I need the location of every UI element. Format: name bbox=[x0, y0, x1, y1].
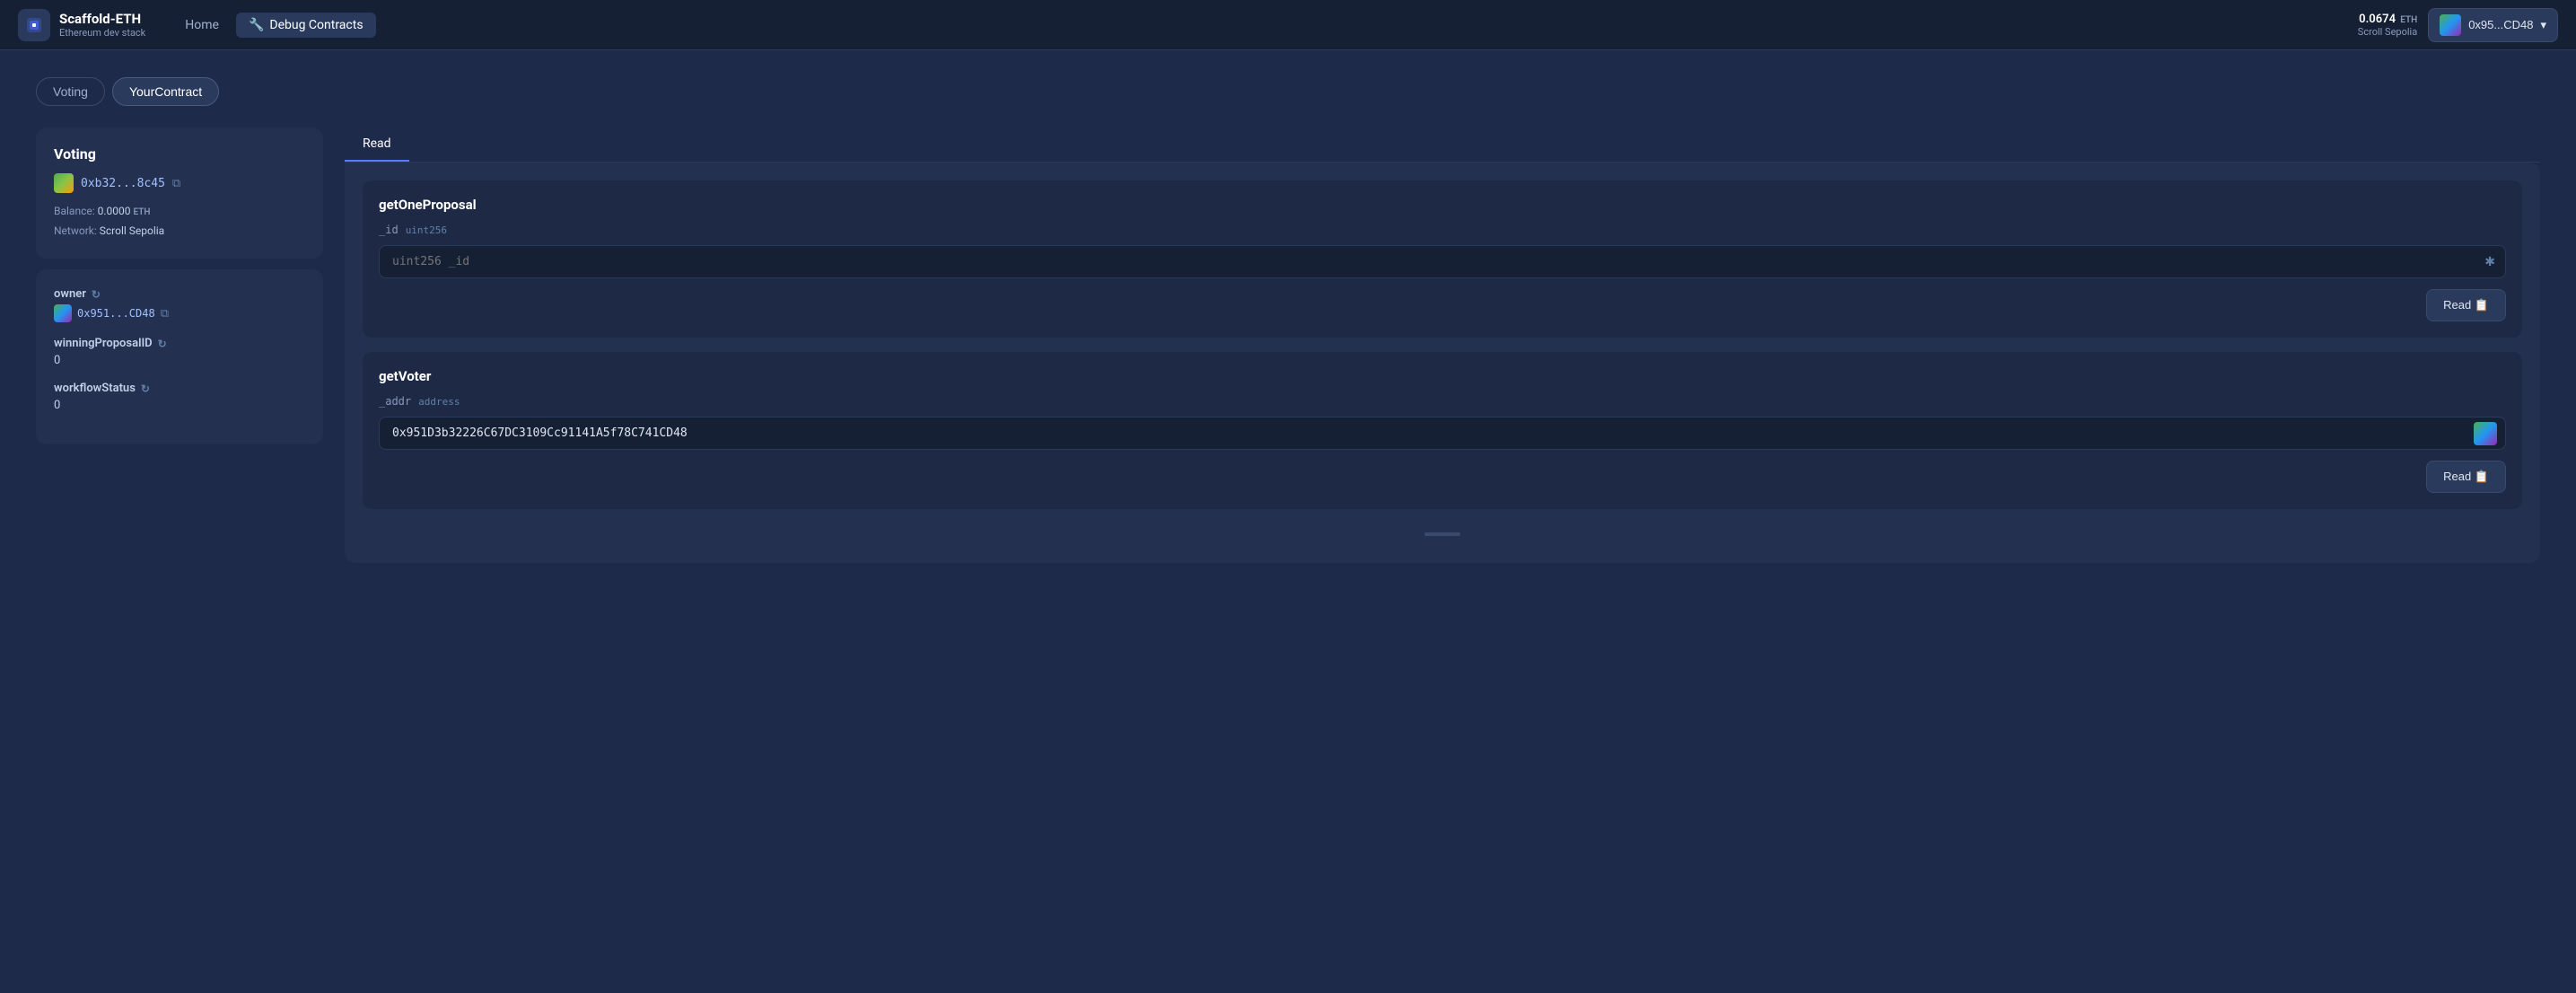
param-input-addr[interactable] bbox=[379, 417, 2506, 450]
tab-read[interactable]: Read bbox=[345, 127, 409, 162]
function-card-getvoter: getVoter _addr address Read 📋 bbox=[363, 352, 2522, 509]
contract-address-row: 0xb32...8c45 ⧉ bbox=[54, 173, 305, 193]
navbar: Scaffold-ETH Ethereum dev stack Home 🔧 D… bbox=[0, 0, 2576, 50]
param-name-id: _id bbox=[379, 224, 399, 236]
param-row-addr: _addr address bbox=[379, 395, 2506, 408]
winning-label: winningProposalID bbox=[54, 337, 153, 350]
state-item-workflow: workflowStatus ↻ 0 bbox=[54, 382, 305, 412]
workflow-value: 0 bbox=[54, 399, 305, 412]
read-button-getvoter[interactable]: Read 📋 bbox=[2426, 461, 2506, 493]
contract-addr-text: 0xb32...8c45 bbox=[81, 177, 165, 190]
wallet-button[interactable]: 0x95...CD48 ▾ bbox=[2428, 8, 2558, 42]
nav-debug-label: Debug Contracts bbox=[269, 18, 363, 32]
owner-refresh-icon[interactable]: ↻ bbox=[92, 288, 101, 301]
tab-voting[interactable]: Voting bbox=[36, 77, 105, 106]
read-tab-bar: Read bbox=[345, 127, 2540, 163]
owner-copy-icon[interactable]: ⧉ bbox=[161, 307, 169, 321]
eth-network: Scroll Sepolia bbox=[2358, 26, 2417, 38]
scroll-indicator-area bbox=[363, 523, 2522, 545]
voting-info-card: Voting 0xb32...8c45 ⧉ Balance: 0.0000 ET… bbox=[36, 127, 323, 259]
navbar-right: 0.0674 ETH Scroll Sepolia 0x95...CD48 ▾ bbox=[2358, 8, 2558, 42]
contract-tabs: Voting YourContract bbox=[36, 77, 2540, 106]
brand-subtitle: Ethereum dev stack bbox=[59, 27, 145, 39]
state-item-winning: winningProposalID ↻ 0 bbox=[54, 337, 305, 367]
voting-contract-name: Voting bbox=[54, 145, 305, 163]
param-name-addr: _addr bbox=[379, 395, 411, 408]
param-type-addr: address bbox=[418, 396, 460, 408]
right-panel: Read getOneProposal _id uint256 ✱ bbox=[345, 127, 2540, 563]
function-name-getoneproposal: getOneProposal bbox=[379, 197, 2506, 213]
owner-address: 0x951...CD48 ⧉ bbox=[54, 304, 305, 322]
chevron-down-icon: ▾ bbox=[2540, 18, 2546, 32]
eth-amount: 0.0674 ETH bbox=[2358, 13, 2417, 26]
param-row-id: _id uint256 bbox=[379, 224, 2506, 236]
content-layout: Voting 0xb32...8c45 ⧉ Balance: 0.0000 ET… bbox=[36, 127, 2540, 563]
function-card-getoneproposal: getOneProposal _id uint256 ✱ Read 📋 bbox=[363, 180, 2522, 338]
wallet-avatar bbox=[2440, 14, 2461, 36]
main-content: Voting YourContract Voting 0xb32...8c45 … bbox=[0, 50, 2576, 590]
brand-logo bbox=[18, 9, 50, 41]
wallet-address: 0x95...CD48 bbox=[2468, 18, 2533, 31]
scroll-indicator bbox=[1424, 532, 1460, 536]
debug-icon: 🔧 bbox=[249, 18, 264, 32]
brand: Scaffold-ETH Ethereum dev stack bbox=[18, 9, 145, 41]
workflow-label: workflowStatus bbox=[54, 382, 136, 395]
nav-home[interactable]: Home bbox=[172, 13, 232, 38]
contract-addr-avatar bbox=[54, 173, 74, 193]
left-panel: Voting 0xb32...8c45 ⧉ Balance: 0.0000 ET… bbox=[36, 127, 323, 444]
workflow-refresh-icon[interactable]: ↻ bbox=[141, 382, 150, 395]
nav-links: Home 🔧 Debug Contracts bbox=[172, 13, 375, 38]
param-type-id: uint256 bbox=[406, 224, 447, 236]
read-button-getoneproposal[interactable]: Read 📋 bbox=[2426, 289, 2506, 321]
input-star-icon: ✱ bbox=[2484, 255, 2495, 269]
copy-icon[interactable]: ⧉ bbox=[172, 177, 180, 190]
owner-addr-text: 0x951...CD48 bbox=[77, 307, 155, 320]
owner-label: owner bbox=[54, 287, 86, 301]
input-avatar-addr bbox=[2474, 422, 2497, 445]
state-item-owner: owner ↻ 0x951...CD48 ⧉ bbox=[54, 287, 305, 322]
function-name-getvoter: getVoter bbox=[379, 368, 2506, 384]
state-card: owner ↻ 0x951...CD48 ⧉ winningProposalID… bbox=[36, 269, 323, 444]
owner-avatar bbox=[54, 304, 72, 322]
param-input-id[interactable] bbox=[379, 245, 2506, 278]
brand-title: Scaffold-ETH bbox=[59, 11, 145, 27]
eth-balance: 0.0674 ETH Scroll Sepolia bbox=[2358, 13, 2417, 38]
tab-yourcontract[interactable]: YourContract bbox=[112, 77, 219, 106]
contract-meta: Balance: 0.0000 ETH Network: Scroll Sepo… bbox=[54, 202, 305, 241]
winning-refresh-icon[interactable]: ↻ bbox=[158, 338, 167, 350]
winning-value: 0 bbox=[54, 354, 305, 367]
input-wrapper-id: ✱ bbox=[379, 245, 2506, 278]
input-wrapper-addr bbox=[379, 417, 2506, 450]
functions-panel: getOneProposal _id uint256 ✱ Read 📋 bbox=[345, 163, 2540, 563]
nav-debug[interactable]: 🔧 Debug Contracts bbox=[236, 13, 376, 38]
